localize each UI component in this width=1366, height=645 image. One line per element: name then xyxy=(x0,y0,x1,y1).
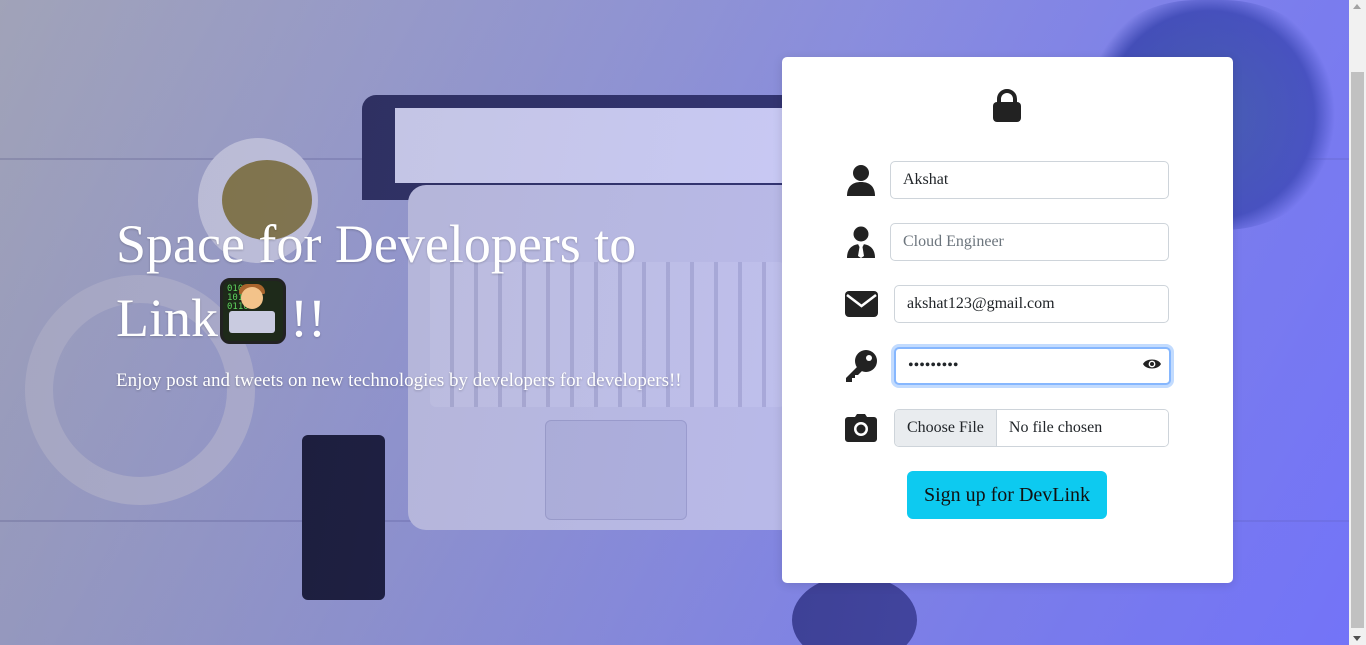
signup-button[interactable]: Sign up for DevLink xyxy=(907,471,1107,519)
email-input[interactable] xyxy=(894,285,1169,323)
key-icon xyxy=(844,347,878,385)
technologist-icon: 0101 1010 0110 xyxy=(220,278,286,344)
email-row xyxy=(844,285,1174,323)
photo-file-input[interactable]: Choose File No file chosen xyxy=(894,409,1169,447)
hero-title-link: Link xyxy=(116,288,218,348)
password-input[interactable] xyxy=(894,347,1171,385)
profession-row xyxy=(844,223,1174,261)
eye-icon[interactable] xyxy=(1143,357,1161,376)
hero-title-line1: Space for Developers to xyxy=(116,214,637,274)
scroll-down-arrow-icon[interactable] xyxy=(1353,636,1361,641)
scroll-thumb[interactable] xyxy=(1351,72,1364,628)
hero-title: Space for Developers to Link 0101 1010 0110… xyxy=(116,210,696,352)
envelope-icon xyxy=(844,285,878,323)
name-input[interactable] xyxy=(890,161,1169,199)
page-scrollbar[interactable] xyxy=(1349,0,1366,645)
hero-section: Space for Developers to Link 0101 1010 0110… xyxy=(116,210,696,392)
hero-title-exclaim: !! xyxy=(290,288,326,348)
user-tie-icon xyxy=(844,223,878,261)
file-status-text: No file chosen xyxy=(996,410,1168,446)
profession-input[interactable] xyxy=(890,223,1169,261)
password-wrapper xyxy=(894,347,1171,385)
signup-card: Choose File No file chosen Sign up for D… xyxy=(782,57,1233,583)
choose-file-button[interactable]: Choose File xyxy=(895,410,997,446)
name-row xyxy=(844,161,1174,199)
photo-row: Choose File No file chosen xyxy=(844,409,1174,447)
hero-subtitle: Enjoy post and tweets on new technologie… xyxy=(116,370,682,391)
scroll-up-arrow-icon[interactable] xyxy=(1353,4,1361,9)
lock-icon xyxy=(992,89,1022,128)
camera-icon xyxy=(844,409,878,447)
user-icon xyxy=(844,161,878,199)
password-row xyxy=(844,347,1174,385)
